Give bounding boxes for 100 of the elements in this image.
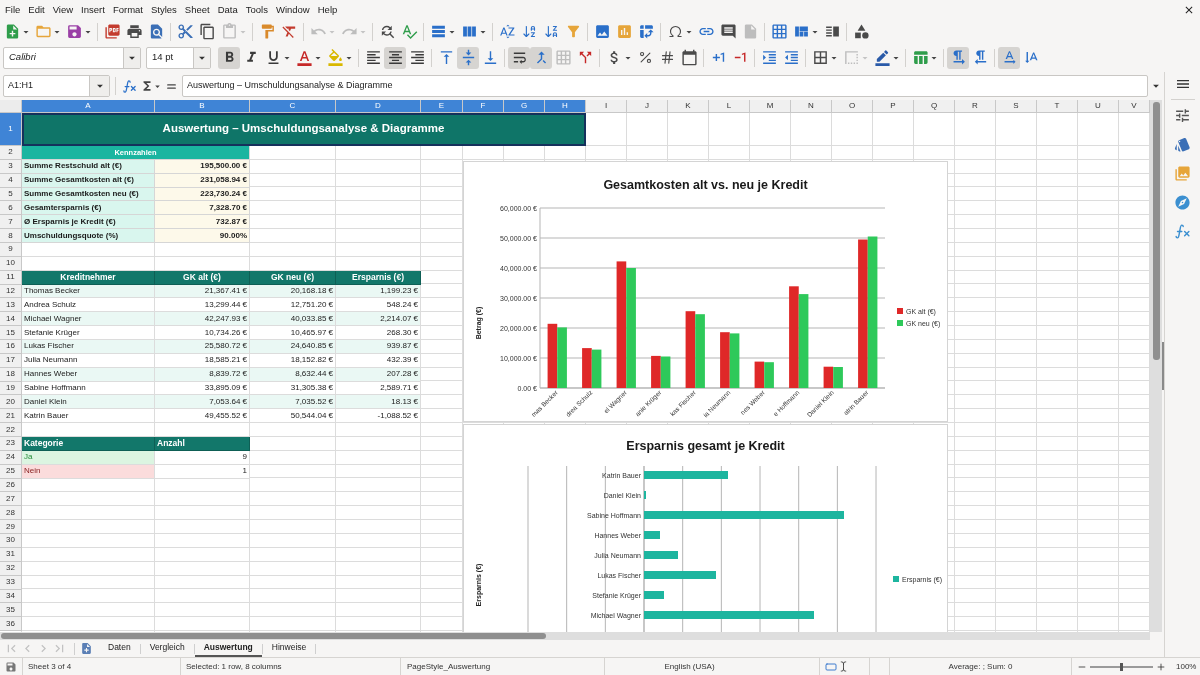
menu-item[interactable]: Window	[271, 1, 314, 19]
menu-item[interactable]: Format	[108, 1, 147, 19]
column-header[interactable]: P	[873, 100, 914, 113]
sliders-icon[interactable]	[1174, 107, 1191, 124]
row-header[interactable]: 9	[0, 243, 22, 257]
row-header[interactable]: 27	[0, 492, 22, 507]
save-icon[interactable]	[65, 23, 83, 40]
indent-increase-icon[interactable]	[760, 49, 778, 66]
formula-input-field[interactable]: Auswertung – Umschuldungsanalyse & Diagramme	[182, 75, 1148, 97]
menu-item[interactable]: Sheet	[180, 1, 214, 19]
bold-button[interactable]	[218, 46, 240, 69]
spellcheck-icon[interactable]	[400, 23, 418, 40]
column-header[interactable]: A	[22, 100, 155, 113]
sort-descending-icon[interactable]	[543, 24, 559, 39]
swatches-icon[interactable]	[1174, 136, 1191, 153]
slider-thumb[interactable]	[1120, 662, 1123, 671]
menu-item[interactable]: Edit	[24, 1, 49, 19]
comment-icon[interactable]	[719, 23, 737, 40]
column-header[interactable]: F	[463, 100, 504, 113]
column-header[interactable]: H	[545, 100, 586, 113]
sheet-tab[interactable]: Hinweise	[262, 640, 316, 657]
row-header[interactable]: 30	[0, 534, 22, 548]
menu-item[interactable]: Help	[313, 1, 342, 19]
print-icon[interactable]	[125, 23, 143, 40]
image-icon[interactable]	[593, 23, 611, 40]
column-header[interactable]: I	[586, 100, 627, 113]
horizontal-text-button[interactable]	[998, 46, 1020, 69]
close-icon[interactable]	[1183, 4, 1195, 16]
borders-icon[interactable]	[811, 49, 829, 66]
menu-item[interactable]: Insert	[77, 1, 109, 19]
pdf-document-icon[interactable]	[103, 23, 121, 40]
zoom-in-icon[interactable]	[1156, 661, 1166, 672]
sort-ascending-icon[interactable]	[521, 24, 537, 39]
row-header[interactable]: 22	[0, 423, 22, 438]
language-text[interactable]: English (USA)	[664, 660, 715, 673]
calendar-icon[interactable]	[680, 49, 698, 66]
align-middle-button[interactable]	[457, 46, 479, 69]
function-icon[interactable]	[122, 78, 137, 94]
row-header[interactable]: 28	[0, 506, 22, 521]
omega-icon[interactable]	[667, 24, 683, 39]
column-header[interactable]: N	[791, 100, 832, 113]
row-header[interactable]: 13	[0, 298, 22, 313]
row-header[interactable]: 29	[0, 520, 22, 535]
indent-decrease-icon[interactable]	[782, 49, 800, 66]
column-header[interactable]: K	[668, 100, 709, 113]
sheet-tab[interactable]: Vergleich	[140, 640, 194, 657]
menu-item[interactable]: File	[1, 1, 25, 19]
function-icon[interactable]	[1174, 223, 1191, 240]
sheet-tab[interactable]: Daten	[99, 640, 140, 657]
row-header[interactable]: 14	[0, 312, 22, 327]
row-header[interactable]: 35	[0, 603, 22, 618]
wrap-text-button[interactable]	[508, 46, 530, 69]
column-header[interactable]: J	[627, 100, 668, 113]
column-header[interactable]: T	[1037, 100, 1078, 113]
percent-icon[interactable]	[637, 50, 653, 65]
menu-item[interactable]: View	[48, 1, 78, 19]
compass-icon[interactable]	[1174, 194, 1191, 211]
copy-icon[interactable]	[198, 23, 216, 40]
vertical-scrollbar[interactable]	[1150, 100, 1162, 632]
row-header[interactable]: 36	[0, 617, 22, 632]
grid-icon[interactable]	[770, 23, 788, 40]
column-header[interactable]: U	[1078, 100, 1119, 113]
column-header[interactable]: M	[750, 100, 791, 113]
column-header[interactable]: Q	[914, 100, 955, 113]
row-header[interactable]: 21	[0, 409, 22, 424]
row-header[interactable]: 20	[0, 395, 22, 410]
scissors-icon[interactable]	[176, 23, 194, 40]
sigma-icon[interactable]	[140, 79, 154, 93]
hash-icon[interactable]	[659, 50, 675, 65]
save-icon[interactable]	[5, 660, 17, 673]
row-header[interactable]: 2	[0, 146, 22, 160]
merge-center-button[interactable]	[530, 46, 552, 69]
align-center-button[interactable]	[384, 46, 406, 69]
column-header[interactable]: B	[155, 100, 250, 113]
menu-item[interactable]: Styles	[146, 1, 181, 19]
row-header[interactable]: 6	[0, 201, 22, 216]
column-header[interactable]: E	[421, 100, 463, 113]
new-document-icon[interactable]	[80, 642, 93, 655]
column-header[interactable]: D	[336, 100, 421, 113]
collapse-handle[interactable]	[1162, 342, 1164, 390]
font-name-field[interactable]: Calibri	[3, 46, 141, 69]
row-header[interactable]: 7	[0, 215, 22, 230]
row-header[interactable]: 23	[0, 437, 22, 451]
menu-item[interactable]: Tools	[241, 1, 272, 19]
font-size-field[interactable]: 14 pt	[146, 46, 211, 69]
column-header[interactable]: O	[832, 100, 873, 113]
horizontal-scrollbar[interactable]	[0, 632, 1150, 640]
column-header[interactable]: G	[504, 100, 545, 113]
zoom-slider[interactable]	[1090, 665, 1153, 668]
zoom-text[interactable]: 100%	[1176, 660, 1197, 673]
row-header[interactable]: 15	[0, 326, 22, 341]
pivot-table-icon[interactable]	[637, 23, 655, 40]
row-header[interactable]: 8	[0, 229, 22, 243]
text-cursor-icon[interactable]	[838, 661, 849, 672]
font-color-icon[interactable]	[295, 49, 313, 66]
pencil-icon[interactable]	[873, 49, 891, 66]
column-header[interactable]: R	[955, 100, 996, 113]
menu-item[interactable]: Data	[213, 1, 242, 19]
column-header[interactable]: V	[1119, 100, 1150, 113]
sheet-tab[interactable]: Auswertung	[194, 640, 262, 657]
